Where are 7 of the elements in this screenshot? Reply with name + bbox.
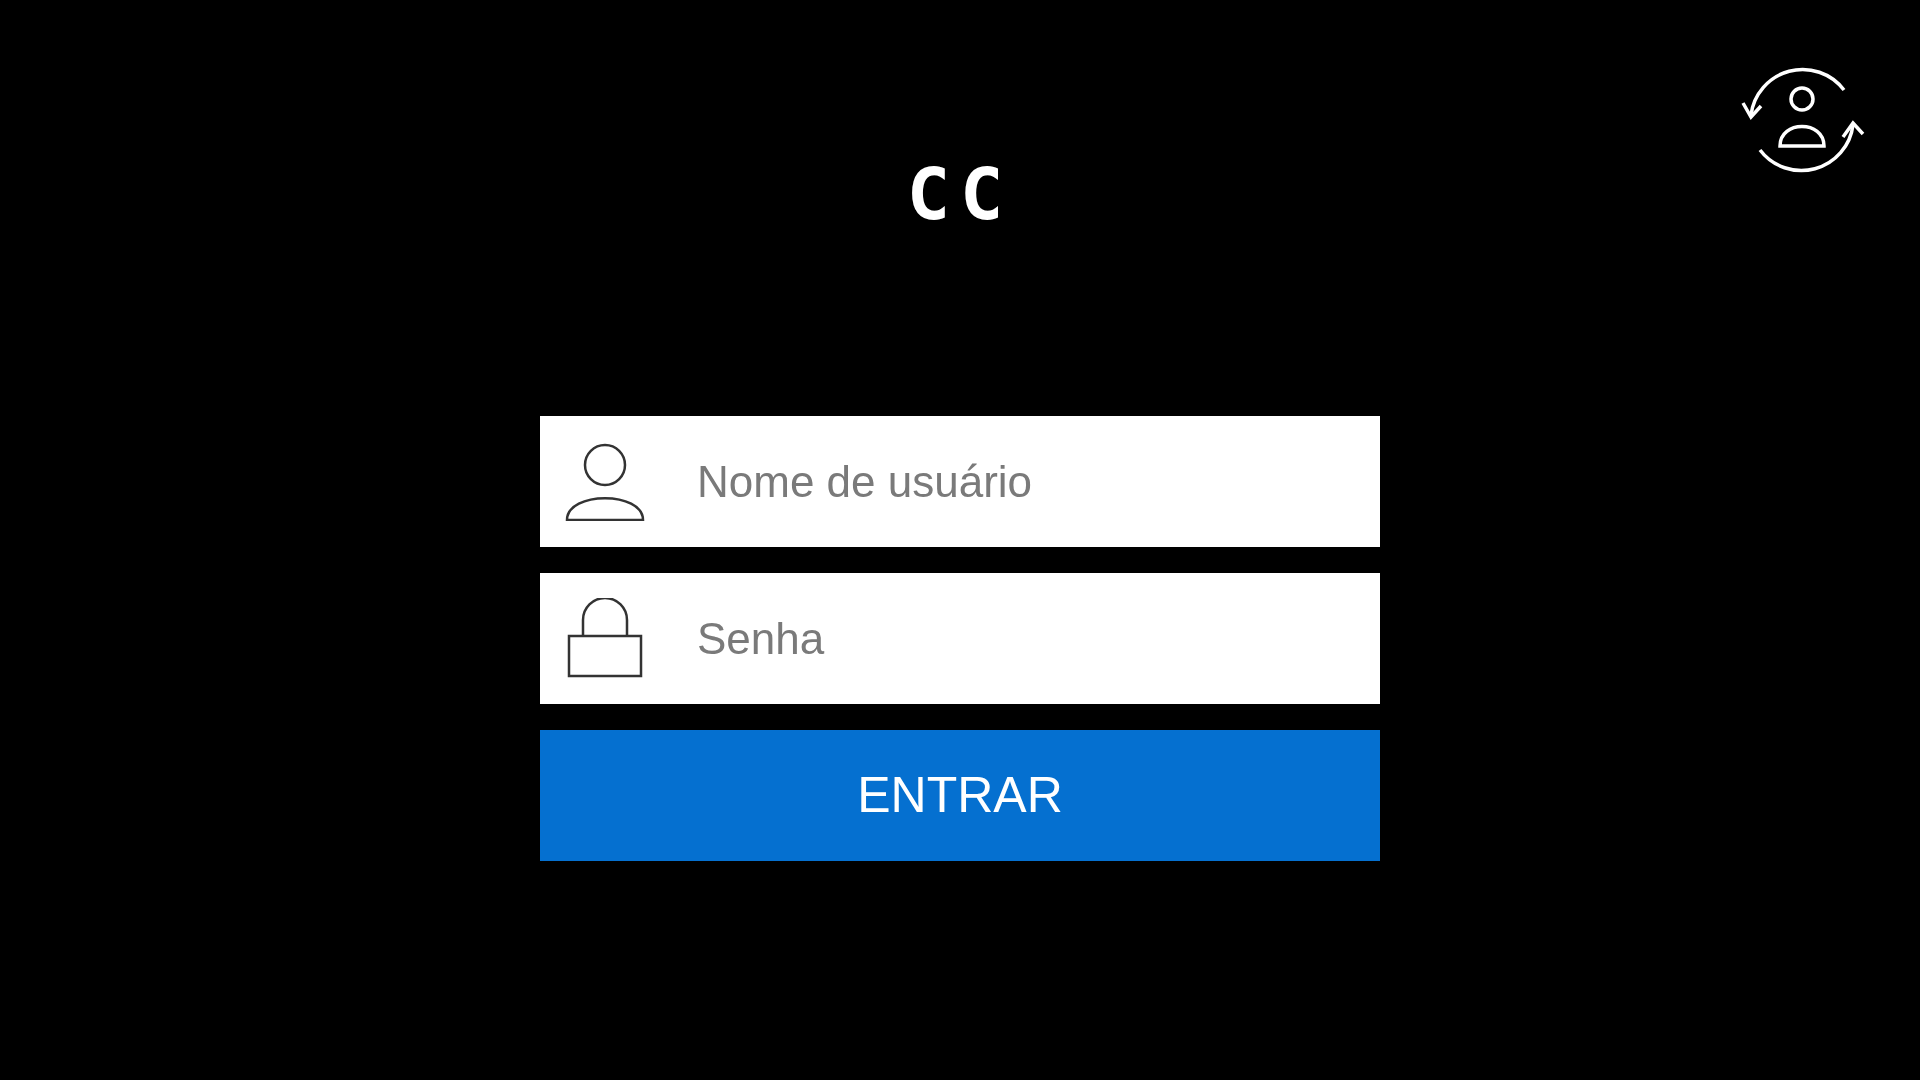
user-switch-icon: [1739, 65, 1865, 175]
password-field[interactable]: Senha: [540, 573, 1380, 704]
lock-icon: [565, 598, 645, 678]
logo: CC: [906, 158, 1014, 230]
username-field[interactable]: Nome de usuário: [540, 416, 1380, 547]
login-button[interactable]: ENTRAR: [540, 730, 1380, 861]
person-icon: [565, 441, 645, 521]
